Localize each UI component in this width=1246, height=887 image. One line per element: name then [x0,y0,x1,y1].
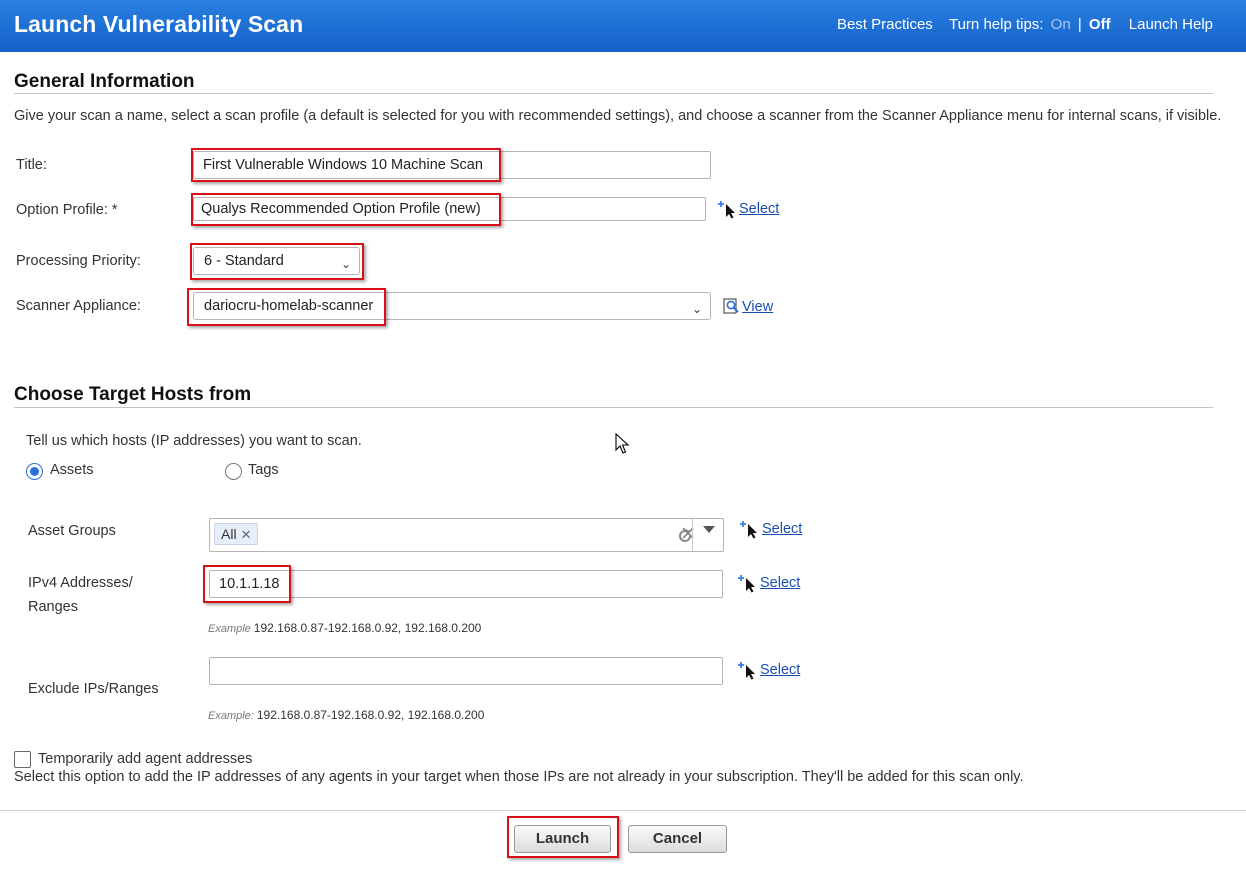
select-pointer-icon [738,662,755,680]
select-pointer-icon [718,201,735,219]
help-tips-off-toggle[interactable]: Off [1089,16,1111,33]
exclude-example-text: 192.168.0.87-192.168.0.92, 192.168.0.200 [256,708,485,722]
scanner-view-link[interactable]: View [742,299,773,315]
cancel-button[interactable]: Cancel [628,825,727,853]
target-hosts-prompt: Tell us which hosts (IP addresses) you w… [26,433,362,449]
highlight-processing-priority [190,243,364,280]
refresh-icon[interactable] [676,527,694,545]
title-label: Title: [16,157,47,173]
agent-addresses-checkbox[interactable] [14,751,31,768]
processing-priority-label: Processing Priority: [16,253,141,269]
highlight-launch [507,816,619,858]
best-practices-link[interactable]: Best Practices [837,16,933,33]
help-tips-separator: | [1077,16,1082,33]
exclude-example: Example: 192.168.0.87-192.168.0.92, 192.1… [208,708,484,722]
chevron-down-icon: ⌄ [691,302,702,316]
agent-addresses-label: Temporarily add agent addresses [38,751,253,767]
magnifier-view-icon [723,298,739,314]
select-pointer-icon [740,521,757,539]
general-information-heading: General Information [14,71,195,92]
ipv4-label-line2: Ranges [28,599,78,615]
highlight-scanner-appliance [187,288,386,326]
option-profile-label: Option Profile: * [16,202,118,218]
exclude-label: Exclude IPs/Ranges [28,681,159,697]
header-links: Best Practices Turn help tips: On | Off … [825,16,1213,33]
highlight-option-profile [191,193,501,226]
agent-addresses-description: Select this option to add the IP address… [14,769,1024,785]
general-description: Give your scan a name, select a scan pro… [14,108,1222,124]
exclude-select-link[interactable]: Select [760,662,800,678]
section-divider [14,407,1213,408]
target-hosts-heading: Choose Target Hosts from [14,384,252,405]
assets-radio-label: Assets [50,462,94,478]
assets-radio[interactable] [26,463,43,480]
asset-group-chip[interactable]: All ✕ [214,523,259,545]
ipv4-example-text: 192.168.0.87-192.168.0.92, 192.168.0.200 [253,621,482,635]
exclude-example-label: Example: [208,710,254,722]
footer-divider [0,810,1246,811]
caret-down-icon[interactable] [703,526,715,533]
asset-groups-label: Asset Groups [28,523,116,539]
asset-group-chip-label: All [221,526,237,542]
asset-groups-multiselect[interactable]: ✕ [209,518,724,552]
option-profile-select-link[interactable]: Select [739,201,779,217]
remove-chip-icon[interactable]: ✕ [241,527,252,542]
page-title: Launch Vulnerability Scan [14,11,304,37]
highlight-title [191,148,501,182]
scanner-appliance-label: Scanner Appliance: [16,298,141,314]
ipv4-example-label: Example [208,623,251,635]
section-divider [14,93,1213,94]
help-tips-group: Turn help tips: On | Off [949,16,1115,33]
ipv4-select-link[interactable]: Select [760,575,800,591]
ipv4-example: Example 192.168.0.87-192.168.0.92, 192.16… [208,621,481,635]
mouse-cursor-icon [615,433,630,454]
exclude-input[interactable] [209,657,723,685]
header-bar: Launch Vulnerability Scan Best Practices… [0,0,1246,52]
help-tips-label: Turn help tips: [948,16,1044,33]
highlight-ipv4 [203,565,291,603]
help-tips-on-toggle[interactable]: On [1051,16,1071,33]
tags-radio-label: Tags [248,462,279,478]
select-pointer-icon [738,575,755,593]
tags-radio[interactable] [225,463,242,480]
ipv4-label: IPv4 Addresses/ [28,575,133,591]
asset-groups-select-link[interactable]: Select [762,521,802,537]
launch-help-link[interactable]: Launch Help [1129,16,1213,33]
